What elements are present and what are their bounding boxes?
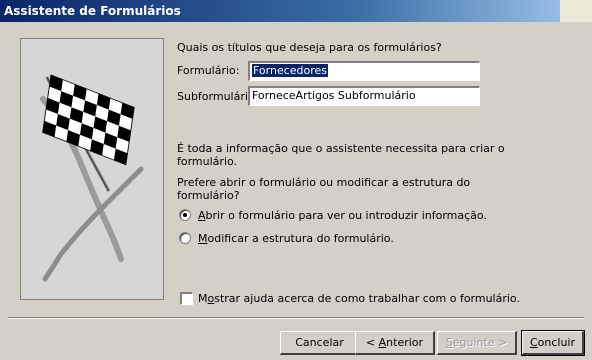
prefer-line-1: Prefere abrir o formulário ou modificar … — [177, 176, 471, 189]
formulario-value: Fornecedores — [252, 64, 329, 77]
back-label: nterior — [386, 336, 424, 349]
title-bar: Assistente de Formulários — [0, 0, 592, 22]
help-text-start: M — [198, 292, 208, 305]
help-text-rest: strar ajuda acerca de como trabalhar com… — [214, 292, 520, 305]
title-bar-blank-area — [560, 0, 592, 22]
open-form-text: brir o formulário para ver ou introduzir… — [205, 209, 487, 222]
finish-label: oncluir — [537, 336, 576, 349]
open-form-label[interactable]: Abrir o formulário para ver ou introduzi… — [198, 209, 487, 222]
modify-accel: M — [198, 232, 208, 245]
wizard-picture-panel — [20, 38, 164, 300]
radio-selected-dot — [183, 213, 187, 217]
finish-button[interactable]: Concluir — [521, 330, 585, 356]
next-label: eguinte > — [452, 336, 508, 349]
button-separator — [8, 317, 584, 319]
next-accel: S — [445, 336, 453, 349]
formulario-label: Formulário: — [177, 64, 240, 77]
open-form-accel: A — [198, 209, 206, 222]
window-title: Assistente de Formulários — [4, 4, 181, 18]
back-accel: A — [378, 336, 387, 349]
show-help-checkbox[interactable] — [180, 292, 193, 305]
info-line-1: É toda a informação que o assistente nec… — [177, 142, 505, 155]
cancel-button[interactable]: Cancelar — [280, 331, 360, 355]
modify-text: odificar a estrutura do formulário. — [207, 232, 394, 245]
back-prefix: < — [365, 336, 379, 349]
titles-question: Quais os títulos que deseja para os form… — [177, 41, 442, 54]
modify-structure-radio[interactable] — [179, 232, 191, 244]
info-line-2: formulário. — [177, 155, 238, 168]
formulario-field[interactable]: Fornecedores — [248, 61, 480, 81]
form-wizard-dialog: Assistente de Formulários Quais os títul… — [0, 0, 592, 360]
next-button[interactable]: Seguinte > — [437, 331, 517, 355]
subformulario-value: ForneceArtigos Subformulário — [252, 89, 416, 102]
back-button[interactable]: < Anterior — [355, 331, 435, 355]
finish-accel: C — [529, 336, 538, 349]
show-help-label[interactable]: Mostrar ajuda acerca de como trabalhar c… — [198, 292, 520, 305]
cancel-label: Cancelar — [295, 336, 344, 349]
prefer-line-2: formulário? — [177, 189, 240, 202]
modify-structure-label[interactable]: Modificar a estrutura do formulário. — [198, 232, 394, 245]
subformulario-field[interactable]: ForneceArtigos Subformulário — [248, 86, 480, 106]
checkered-flag-icon — [40, 74, 144, 282]
open-form-radio[interactable] — [179, 209, 191, 221]
subformulario-label: Subformulário: — [177, 90, 259, 103]
